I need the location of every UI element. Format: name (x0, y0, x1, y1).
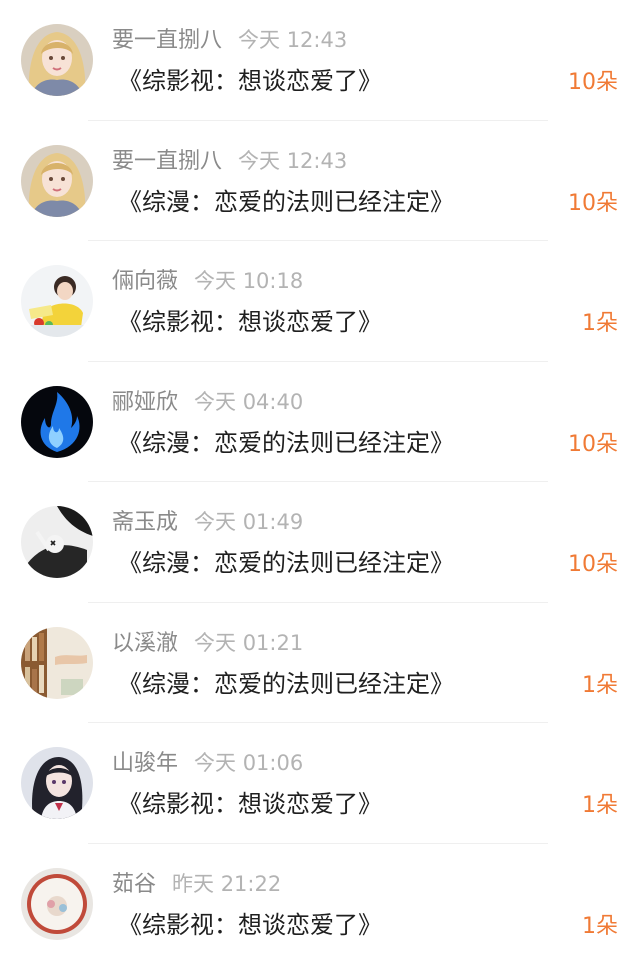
book-title[interactable]: 《综漫：恋爱的法则已经注定》 (118, 185, 454, 219)
user-name[interactable]: 山骏年 (112, 751, 178, 776)
user-name[interactable]: 斋玉成 (112, 510, 178, 535)
book-title[interactable]: 《综影视：想谈恋爱了》 (118, 787, 382, 821)
list-item[interactable]: 要一直捌八今天 12:43 《综影视：想谈恋爱了》 10朵 (0, 0, 640, 121)
flower-count: 1朵 (582, 910, 618, 944)
book-title[interactable]: 《综影视：想谈恋爱了》 (118, 305, 382, 339)
list-item[interactable]: 山骏年今天 01:06 《综影视：想谈恋爱了》 1朵 (0, 723, 640, 844)
flower-count: 1朵 (582, 789, 618, 823)
list-item[interactable]: 倆向薇今天 10:18 《综影视：想谈恋爱了》 1朵 (0, 241, 640, 362)
item-meta: 斋玉成今天 01:49 (112, 508, 303, 536)
timestamp: 今天 01:06 (194, 751, 303, 775)
flower-count: 1朵 (582, 669, 618, 703)
user-name[interactable]: 要一直捌八 (112, 28, 222, 53)
flower-count: 10朵 (568, 428, 618, 462)
avatar[interactable] (21, 506, 93, 578)
timestamp: 今天 04:40 (194, 390, 303, 414)
bookshelf-photo-icon (21, 627, 93, 699)
user-name[interactable]: 要一直捌八 (112, 149, 222, 174)
list-item[interactable]: 茹谷昨天 21:22 《综影视：想谈恋爱了》 1朵 (0, 844, 640, 964)
book-title[interactable]: 《综漫：恋爱的法则已经注定》 (118, 667, 454, 701)
list-item[interactable]: 郦娅欣今天 04:40 《综漫：恋爱的法则已经注定》 10朵 (0, 362, 640, 483)
book-title[interactable]: 《综漫：恋爱的法则已经注定》 (118, 426, 454, 460)
avatar[interactable] (21, 868, 93, 940)
item-meta: 要一直捌八今天 12:43 (112, 26, 347, 54)
list-item[interactable]: 要一直捌八今天 12:43 《综漫：恋爱的法则已经注定》 10朵 (0, 121, 640, 242)
gift-record-list: 要一直捌八今天 12:43 《综影视：想谈恋爱了》 10朵 要一直捌八今天 12… (0, 0, 640, 956)
blue-flame-icon (21, 386, 93, 458)
list-item[interactable]: 斋玉成今天 01:49 《综漫：恋爱的法则已经注定》 10朵 (0, 482, 640, 603)
avatar[interactable] (21, 747, 93, 819)
timestamp: 今天 12:43 (238, 149, 347, 173)
item-meta: 茹谷昨天 21:22 (112, 870, 281, 898)
item-meta: 要一直捌八今天 12:43 (112, 147, 347, 175)
timestamp: 今天 01:49 (194, 510, 303, 534)
flower-count: 1朵 (582, 307, 618, 341)
user-name[interactable]: 郦娅欣 (112, 390, 178, 415)
avatar[interactable] (21, 145, 93, 217)
book-title[interactable]: 《综影视：想谈恋爱了》 (118, 64, 382, 98)
flower-count: 10朵 (568, 548, 618, 582)
item-meta: 以溪澈今天 01:21 (112, 629, 303, 657)
flower-count: 10朵 (568, 187, 618, 221)
book-title[interactable]: 《综漫：恋爱的法则已经注定》 (118, 546, 454, 580)
item-meta: 山骏年今天 01:06 (112, 749, 303, 777)
anime-girl-blonde-icon (21, 145, 93, 217)
timestamp: 今天 12:43 (238, 28, 347, 52)
boy-yellow-shirt-icon (21, 265, 93, 337)
timestamp: 昨天 21:22 (172, 872, 281, 896)
user-name[interactable]: 以溪澈 (112, 631, 178, 656)
item-meta: 郦娅欣今天 04:40 (112, 388, 303, 416)
user-name[interactable]: 倆向薇 (112, 269, 178, 294)
anime-girl-blonde-icon (21, 24, 93, 96)
list-item[interactable]: 以溪澈今天 01:21 《综漫：恋爱的法则已经注定》 1朵 (0, 603, 640, 724)
timestamp: 今天 01:21 (194, 631, 303, 655)
avatar[interactable] (21, 627, 93, 699)
item-meta: 倆向薇今天 10:18 (112, 267, 303, 295)
anime-figure-dark-icon (21, 506, 93, 578)
avatar[interactable] (21, 24, 93, 96)
anime-girl-dark-hair-icon (21, 747, 93, 819)
user-name[interactable]: 茹谷 (112, 872, 156, 897)
flower-count: 10朵 (568, 66, 618, 100)
avatar[interactable] (21, 386, 93, 458)
book-title[interactable]: 《综影视：想谈恋爱了》 (118, 908, 382, 942)
bowl-photo-icon (21, 868, 93, 940)
timestamp: 今天 10:18 (194, 269, 303, 293)
avatar[interactable] (21, 265, 93, 337)
